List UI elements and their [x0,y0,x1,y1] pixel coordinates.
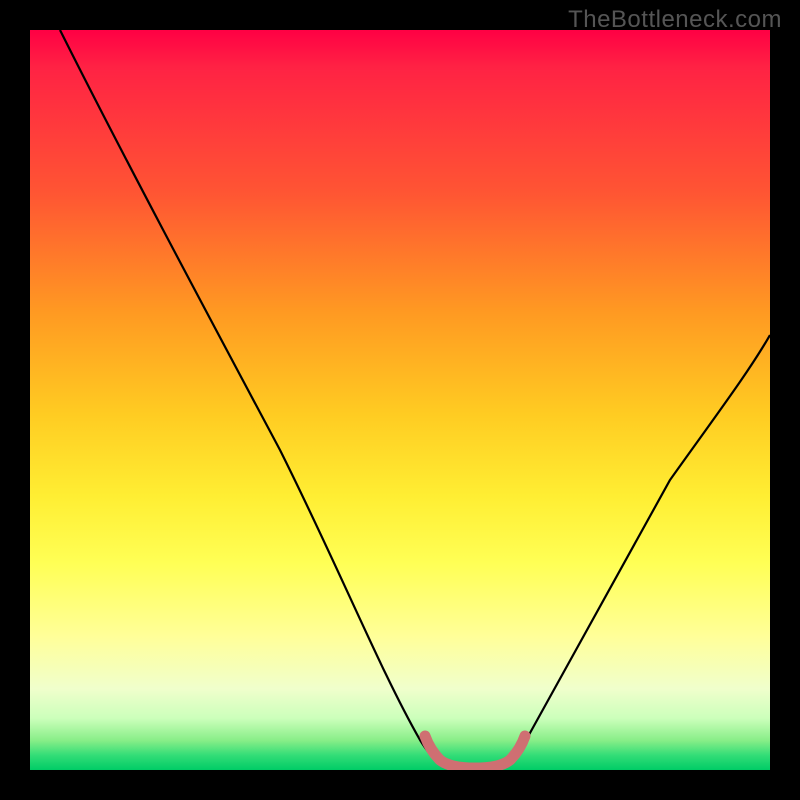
chart-plot-area [30,30,770,770]
chart-svg [30,30,770,770]
watermark-text: TheBottleneck.com [568,6,782,34]
bottleneck-curve-path [60,30,770,768]
optimal-band-path [425,736,525,768]
